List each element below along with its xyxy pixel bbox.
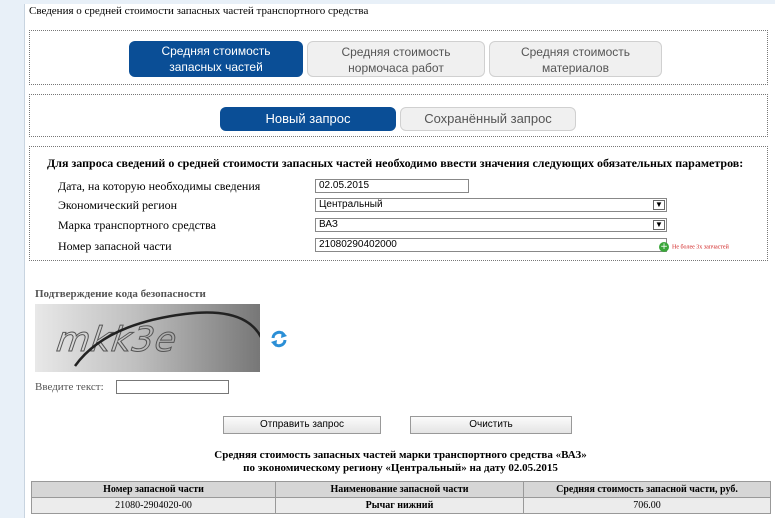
table-header-row: Номер запасной части Наименование запасн… (31, 481, 771, 498)
add-part-note: Не более 3х запчастей (672, 244, 729, 251)
result-table: Номер запасной части Наименование запасн… (31, 481, 771, 514)
tab-saved-request[interactable]: Сохранённый запрос (400, 107, 576, 131)
refresh-captcha-button[interactable] (270, 330, 288, 352)
date-label: Дата, на которую необходимы сведения (58, 179, 261, 193)
captcha-noise-line (73, 311, 260, 367)
brand-select-value: ВАЗ (319, 219, 338, 230)
cell-part-number: 21080-2904020-00 (31, 497, 276, 514)
tab-new-request[interactable]: Новый запрос (220, 107, 396, 131)
tab-materials-line2: материалов (542, 61, 609, 75)
add-part-button[interactable]: + Не более 3х запчастей (659, 239, 729, 254)
part-number-label: Номер запасной части (58, 239, 172, 253)
brand-select[interactable]: ВАЗ ▼ (315, 218, 667, 232)
column-header-average-cost: Средняя стоимость запасной части, руб. (523, 481, 771, 498)
clear-button[interactable]: Очистить (410, 416, 572, 434)
table-row: 21080-2904020-00 Рычаг нижний 706.00 (31, 497, 771, 514)
captcha-heading: Подтверждение кода безопасности (35, 288, 206, 300)
chevron-down-icon: ▼ (653, 200, 665, 210)
tab-spare-parts-line1: Средняя стоимость (161, 44, 271, 58)
page: Сведения о средней стоимости запасных ча… (24, 4, 775, 518)
region-select[interactable]: Центральный ▼ (315, 198, 667, 212)
tab-labor-hour-line2: нормочаса работ (348, 61, 444, 75)
plus-circle-icon: + (659, 242, 669, 253)
tab-labor-hour-line1: Средняя стоимость (341, 45, 451, 59)
date-input[interactable]: 02.05.2015 (315, 179, 469, 193)
refresh-icon (271, 330, 287, 348)
result-title-line1: Средняя стоимость запасных частей марки … (214, 449, 587, 461)
captcha-image: mkk3e (35, 304, 260, 372)
column-header-part-name: Наименование запасной части (275, 481, 524, 498)
parameters-heading: Для запроса сведений о средней стоимости… (47, 156, 744, 170)
result-title-line2: по экономическому региону «Центральный» … (243, 462, 558, 474)
page-title: Сведения о средней стоимости запасных ча… (29, 5, 369, 17)
cell-average-cost: 706.00 (523, 497, 771, 514)
category-tabs-panel: Средняя стоимость запасных частей Средня… (29, 30, 768, 85)
captcha-input[interactable] (116, 380, 229, 394)
tab-materials[interactable]: Средняя стоимость материалов (489, 41, 662, 77)
tab-spare-parts-line2: запасных частей (169, 60, 263, 74)
tab-materials-line1: Средняя стоимость (520, 45, 631, 59)
column-header-part-number: Номер запасной части (31, 481, 276, 498)
request-tabs-panel: Новый запрос Сохранённый запрос (29, 94, 768, 137)
chevron-down-icon: ▼ (653, 220, 665, 230)
brand-label: Марка транспортного средства (58, 218, 216, 232)
part-number-input[interactable]: 21080290402000 (315, 238, 667, 252)
cell-part-name: Рычаг нижний (275, 497, 524, 514)
region-label: Экономический регион (58, 198, 178, 212)
tab-labor-hour[interactable]: Средняя стоимость нормочаса работ (307, 41, 485, 77)
region-select-value: Центральный (319, 199, 383, 210)
tab-spare-parts[interactable]: Средняя стоимость запасных частей (129, 41, 303, 77)
captcha-input-label: Введите текст: (35, 381, 104, 393)
submit-request-button[interactable]: Отправить запрос (223, 416, 381, 434)
